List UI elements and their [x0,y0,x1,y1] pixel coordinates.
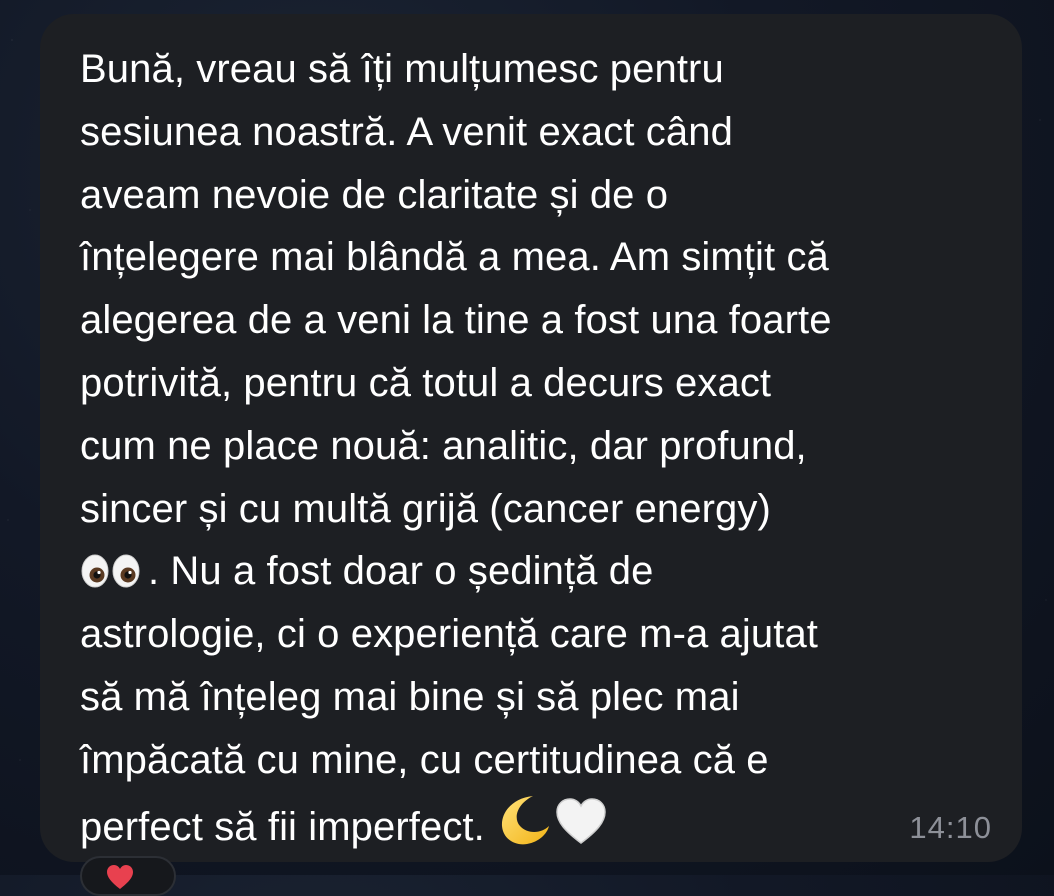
message-line-with-emoji: . Nu a fost doar o ședință de [80,540,982,603]
message-line: potrivită, pentru că totul a decurs exac… [80,360,772,405]
message-text: Bună, vreau să îți mulțumesc pentru sesi… [80,38,982,858]
message-line: alegerea de a veni la tine a fost una fo… [80,298,832,343]
message-line: Bună, vreau să îți mulțumesc pentru [80,47,724,91]
reaction-chip[interactable] [80,856,176,896]
message-line: aveam nevoie de claritate și de o [80,172,669,217]
message-bubble[interactable]: Bună, vreau să îți mulțumesc pentru sesi… [40,14,1022,862]
red-heart-icon [107,865,133,889]
eyes-emoji-icon [81,554,140,588]
message-line: astrologie, ci o experiență care m-a aju… [80,612,819,657]
message-line: să mă înțeleg mai bine și să plec mai [80,674,740,719]
message-line: cum ne place nouă: analitic, dar profund… [80,423,807,468]
message-line: înțelegere mai blândă a mea. Am simțit c… [80,235,829,280]
message-line: sincer și cu multă grijă (cancer energy) [80,486,771,531]
message-timestamp: 14:10 [909,810,992,845]
message-line: sesiunea noastră. A venit exact când [80,109,733,154]
white-heart-icon [556,797,606,844]
message-line-text: perfect să fii imperfect. [80,804,485,849]
crescent-moon-icon [501,795,549,844]
message-line-with-emoji: perfect să fii imperfect. [80,792,982,859]
message-line: împăcată cu mine, cu certitudinea că e [80,737,769,782]
message-line-text: . Nu a fost doar o ședință de [148,549,654,594]
